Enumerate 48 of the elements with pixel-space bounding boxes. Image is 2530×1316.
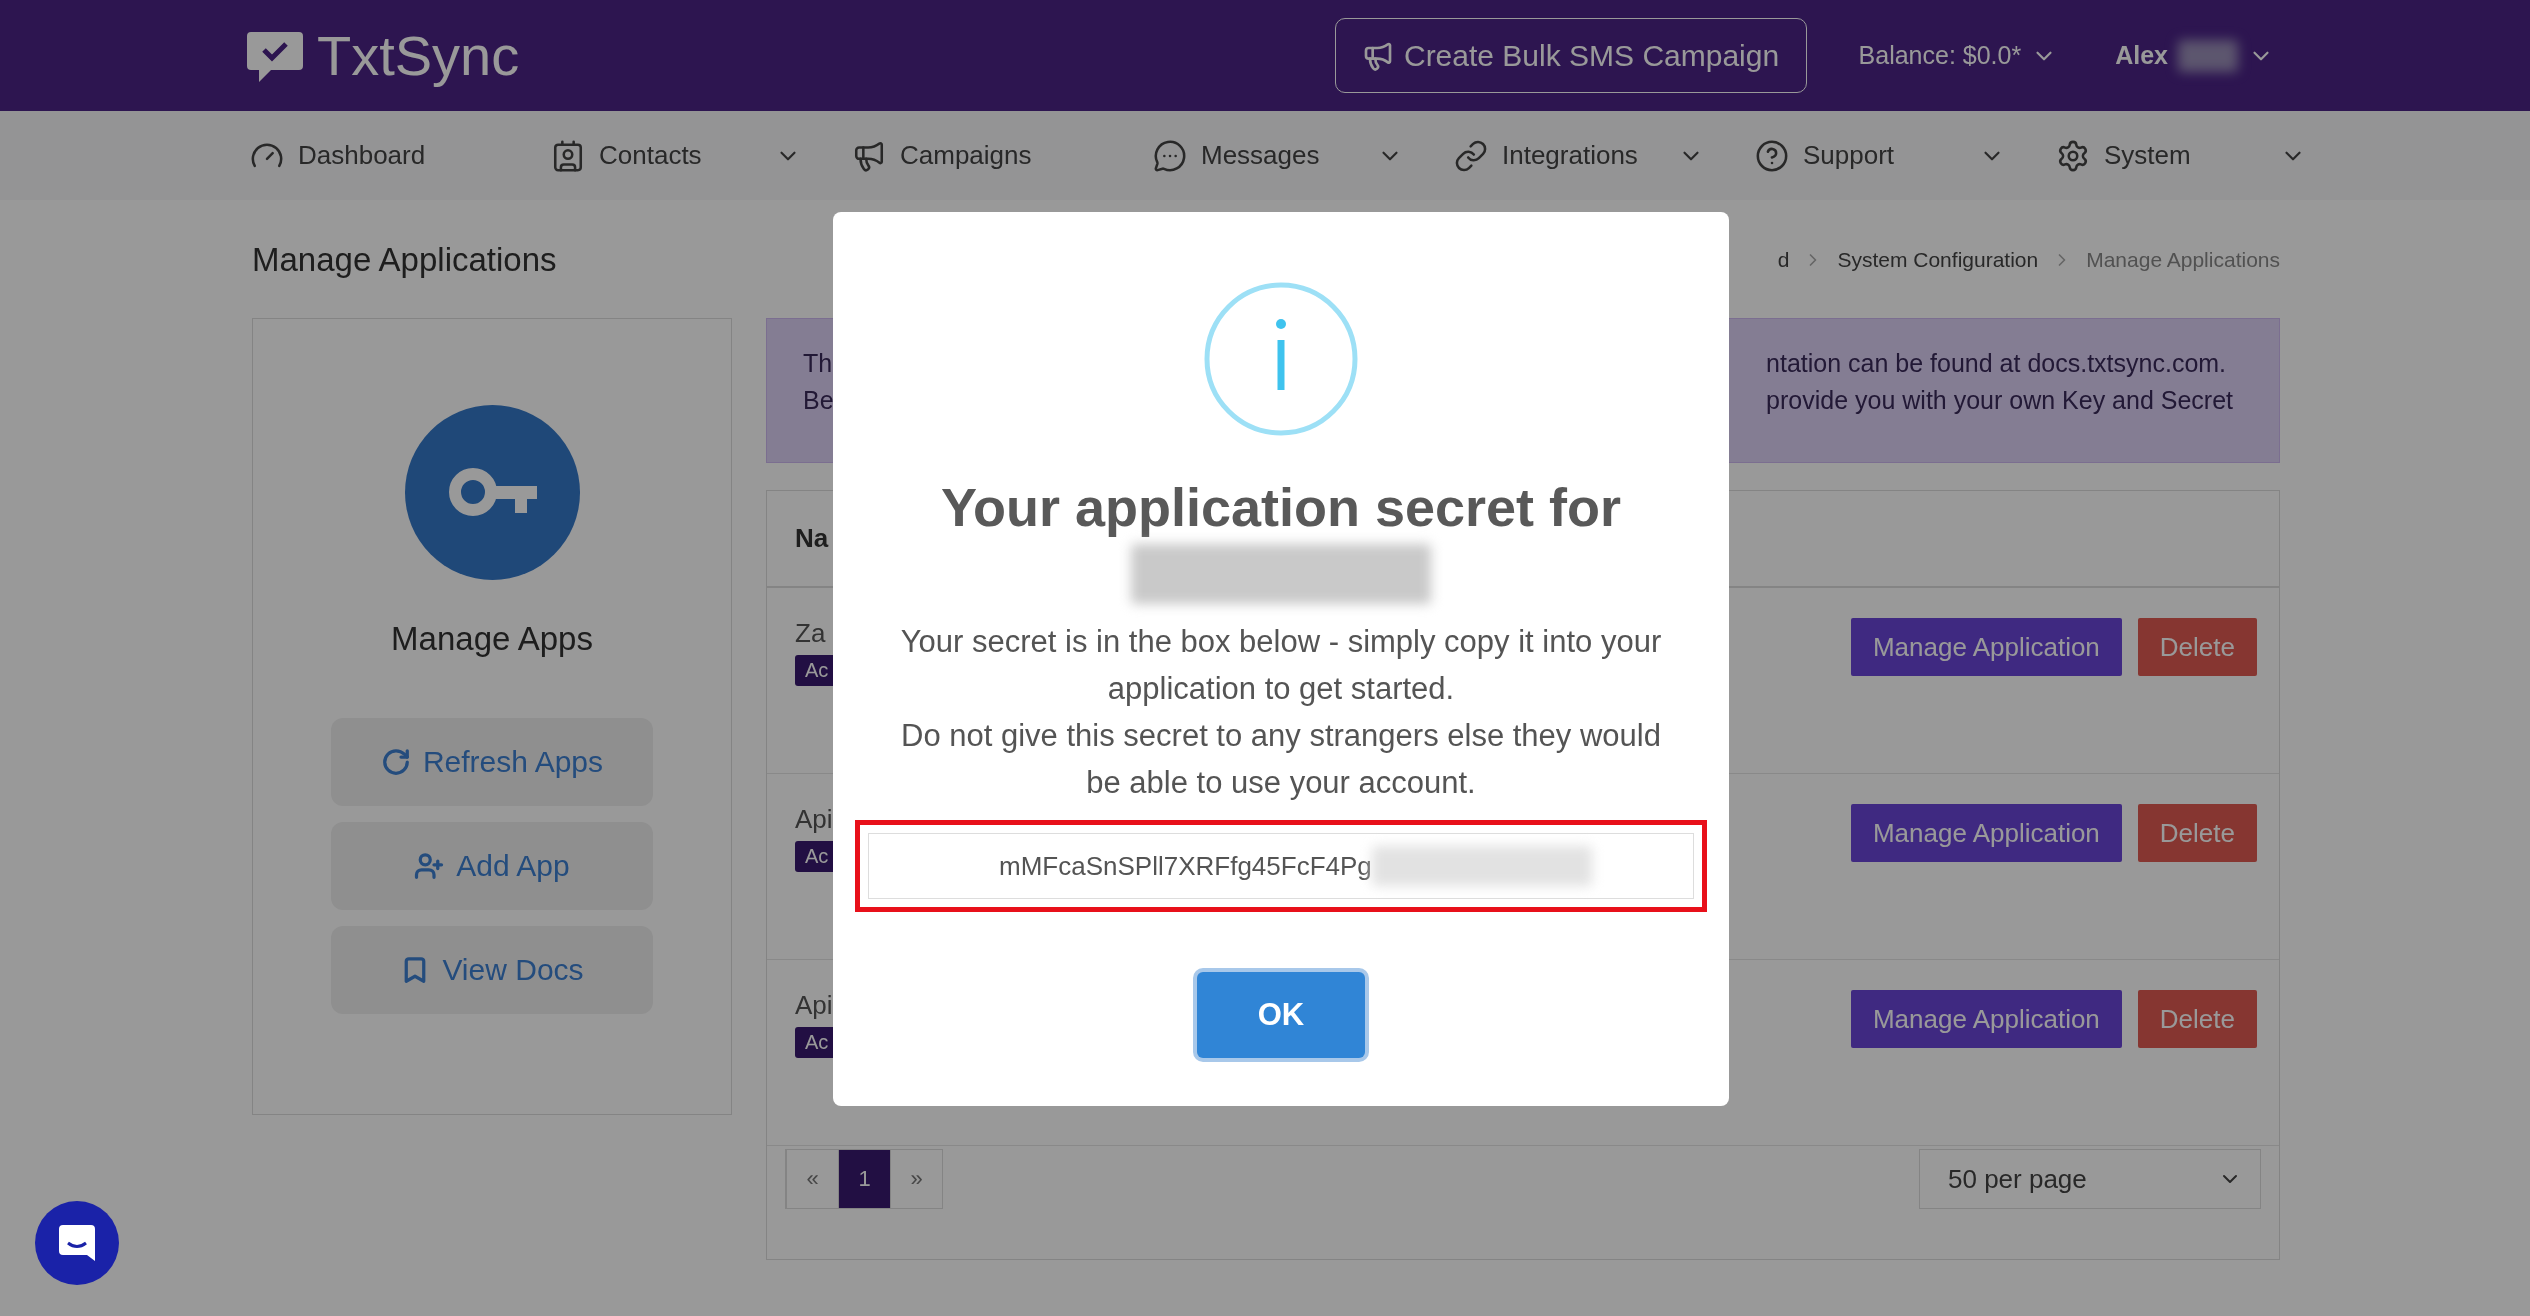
- chat-icon: [57, 1223, 97, 1263]
- secret-field[interactable]: mMFcaSnSPll7XRFfg45FcF4Pg: [868, 833, 1694, 899]
- alert-text: Th Be: [803, 348, 834, 416]
- nav-item[interactable]: Campaigns: [852, 138, 1102, 173]
- per-page-select[interactable]: 50 per page: [1919, 1149, 2261, 1209]
- breadcrumb-link[interactable]: d: [1777, 248, 1790, 272]
- sidebar-button[interactable]: Refresh Apps: [331, 718, 653, 806]
- breadcrumb-link[interactable]: System Configuration: [1837, 248, 2039, 272]
- user-dropdown[interactable]: Alex: [2109, 38, 2280, 73]
- dialog-message: Your secret is in the box below - simply copy it into your application to get started.: [899, 623, 1663, 708]
- sidebar-title: Manage Apps: [391, 620, 593, 658]
- contacts-icon: [551, 138, 585, 173]
- nav-item[interactable]: Messages: [1153, 138, 1403, 173]
- refresh-icon: [380, 747, 411, 777]
- manage-application-button[interactable]: Manage Application: [1850, 804, 2122, 862]
- dialog-message: Do not give this secret to any strangers else they would be able to use your account.: [901, 717, 1661, 802]
- delete-button[interactable]: Delete: [2137, 804, 2257, 862]
- nav-item[interactable]: System: [2056, 138, 2306, 173]
- column-header: Na: [795, 523, 829, 554]
- gear-icon: [2056, 138, 2090, 173]
- logo-text: TxtSync: [317, 23, 520, 88]
- key-icon: [404, 405, 580, 580]
- app-name: Api: [795, 990, 834, 1021]
- info-icon: [1204, 282, 1358, 436]
- sidebar-button[interactable]: Add App: [331, 822, 653, 910]
- manage-application-button[interactable]: Manage Application: [1850, 618, 2122, 676]
- breadcrumb-link[interactable]: Manage Applications: [2086, 248, 2280, 272]
- sidebar-button[interactable]: View Docs: [331, 926, 653, 1014]
- create-campaign-button[interactable]: Create Bulk SMS Campaign: [1334, 18, 1807, 93]
- nav-item[interactable]: Support: [1755, 138, 2005, 173]
- sms-icon: [1153, 138, 1187, 173]
- nav-item[interactable]: Dashboard: [250, 138, 500, 173]
- redacted-block: [2178, 39, 2238, 72]
- nav-item[interactable]: Contacts: [551, 138, 801, 173]
- app-name: Api: [795, 804, 834, 835]
- delete-button[interactable]: Delete: [2137, 618, 2257, 676]
- page-button[interactable]: 1: [838, 1150, 890, 1208]
- user-plus-icon: [414, 851, 445, 881]
- nav-item[interactable]: Integrations: [1454, 138, 1704, 173]
- balance-dropdown[interactable]: Balance: $0.0*: [1852, 40, 2064, 71]
- help-icon: [1755, 138, 1789, 173]
- link-icon: [1454, 138, 1488, 173]
- app-name: Za: [795, 618, 827, 649]
- delete-button[interactable]: Delete: [2137, 990, 2257, 1048]
- page-title: Manage Applications: [252, 241, 557, 279]
- alert-text: ntation can be found at docs.txtsync.com. provide you with your own Key and Secret: [1766, 348, 2233, 416]
- manage-application-button[interactable]: Manage Application: [1850, 990, 2122, 1048]
- dialog-title: Your application secret for: [940, 476, 1622, 538]
